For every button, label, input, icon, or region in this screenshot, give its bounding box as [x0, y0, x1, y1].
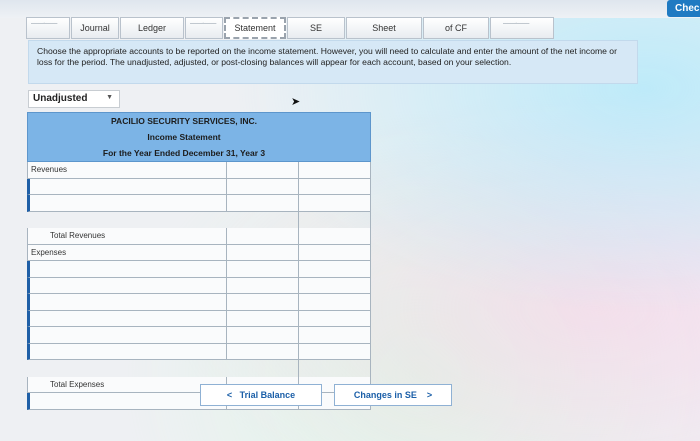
amount-input[interactable]	[227, 178, 299, 195]
amount-input[interactable]	[227, 261, 299, 278]
tab-statement[interactable]: Statement	[224, 17, 286, 39]
account-select[interactable]	[27, 327, 227, 344]
button-label: Trial Balance	[239, 390, 296, 400]
total-expenses-label: Total Expenses	[27, 376, 227, 393]
revenue-account-row	[27, 178, 371, 195]
amount-input[interactable]	[227, 343, 299, 360]
expense-spacer-row	[27, 360, 371, 377]
balance-view-select[interactable]: Unadjusted ▼	[28, 90, 120, 108]
total-cell	[299, 343, 371, 360]
expense-account-row	[27, 310, 371, 327]
instructions-text: Choose the appropriate accounts to be re…	[28, 40, 638, 84]
amount-cell	[227, 228, 299, 245]
tab-label: SE	[309, 23, 322, 33]
tab-right-partial[interactable]: ——·——	[490, 17, 554, 39]
chevron-down-icon: ▼	[106, 94, 113, 101]
chevron-right-icon: >	[426, 390, 433, 400]
net-income-select[interactable]	[27, 393, 227, 410]
tab-label: of CF	[444, 23, 467, 33]
total-revenues-label: Total Revenues	[27, 228, 227, 245]
account-select[interactable]	[27, 277, 227, 294]
amount-input[interactable]	[227, 195, 299, 212]
amount-input[interactable]	[227, 327, 299, 344]
account-select[interactable]	[27, 178, 227, 195]
account-select[interactable]	[27, 343, 227, 360]
total-cell	[299, 261, 371, 278]
account-select[interactable]	[27, 261, 227, 278]
total-revenues-row: Total Revenues	[27, 228, 371, 245]
tab-label: Sheet	[372, 23, 396, 33]
total-cell	[299, 178, 371, 195]
select-value: Unadjusted	[33, 93, 88, 104]
account-select[interactable]	[27, 195, 227, 212]
revenues-label: Revenues	[27, 162, 227, 179]
expenses-label: Expenses	[27, 244, 227, 261]
statement-title: Income Statement	[147, 132, 221, 142]
tab-journal[interactable]: Journal	[71, 17, 119, 39]
amount-input[interactable]	[227, 310, 299, 327]
tab-label: Journal	[80, 23, 110, 33]
expenses-heading-row: Expenses	[27, 244, 371, 261]
amount-cell	[227, 162, 299, 179]
tab-left-partial[interactable]: ——·——	[26, 17, 70, 39]
expense-account-row	[27, 327, 371, 344]
total-cell	[299, 195, 371, 212]
expense-account-row	[27, 261, 371, 278]
tab-bar: ——·—— Journal Ledger ——·—— Statement SE …	[26, 17, 555, 39]
amount-input[interactable]	[227, 277, 299, 294]
prev-trial-balance-button[interactable]: < Trial Balance	[200, 384, 322, 406]
revenue-account-row	[27, 195, 371, 212]
income-statement-form: PACILIO SECURITY SERVICES, INC. Income S…	[27, 112, 371, 410]
total-cell	[299, 162, 371, 179]
next-changes-in-se-button[interactable]: Changes in SE >	[334, 384, 452, 406]
mouse-cursor-icon: ➤	[291, 96, 301, 108]
total-cell	[299, 294, 371, 311]
expense-account-row	[27, 277, 371, 294]
tab-label: Statement	[234, 23, 276, 33]
tab-sheet[interactable]: Sheet	[346, 17, 422, 39]
tab-label: Ledger	[137, 23, 167, 33]
total-cell	[299, 277, 371, 294]
company-name: PACILIO SECURITY SERVICES, INC.	[111, 116, 257, 126]
tab-of-cf[interactable]: of CF	[423, 17, 489, 39]
account-select[interactable]	[27, 294, 227, 311]
total-input[interactable]	[299, 228, 371, 245]
account-select[interactable]	[27, 310, 227, 327]
top-bar	[0, 0, 700, 18]
chevron-left-icon: <	[226, 390, 233, 400]
tab-ledger[interactable]: Ledger	[120, 17, 184, 39]
tab-se[interactable]: SE	[287, 17, 345, 39]
statement-header: PACILIO SECURITY SERVICES, INC. Income S…	[27, 112, 371, 162]
expense-account-row	[27, 343, 371, 360]
amount-input[interactable]	[227, 294, 299, 311]
amount-cell	[227, 244, 299, 261]
expense-account-row	[27, 294, 371, 311]
revenue-spacer-row	[27, 211, 371, 228]
total-cell	[299, 310, 371, 327]
button-label: Changes in SE	[353, 390, 417, 400]
tab-partial-2[interactable]: ——·——	[185, 17, 223, 39]
check-button[interactable]: Chec	[667, 0, 700, 17]
revenues-heading-row: Revenues	[27, 162, 371, 179]
total-cell	[299, 244, 371, 261]
statement-period: For the Year Ended December 31, Year 3	[102, 148, 266, 158]
total-cell	[299, 327, 371, 344]
